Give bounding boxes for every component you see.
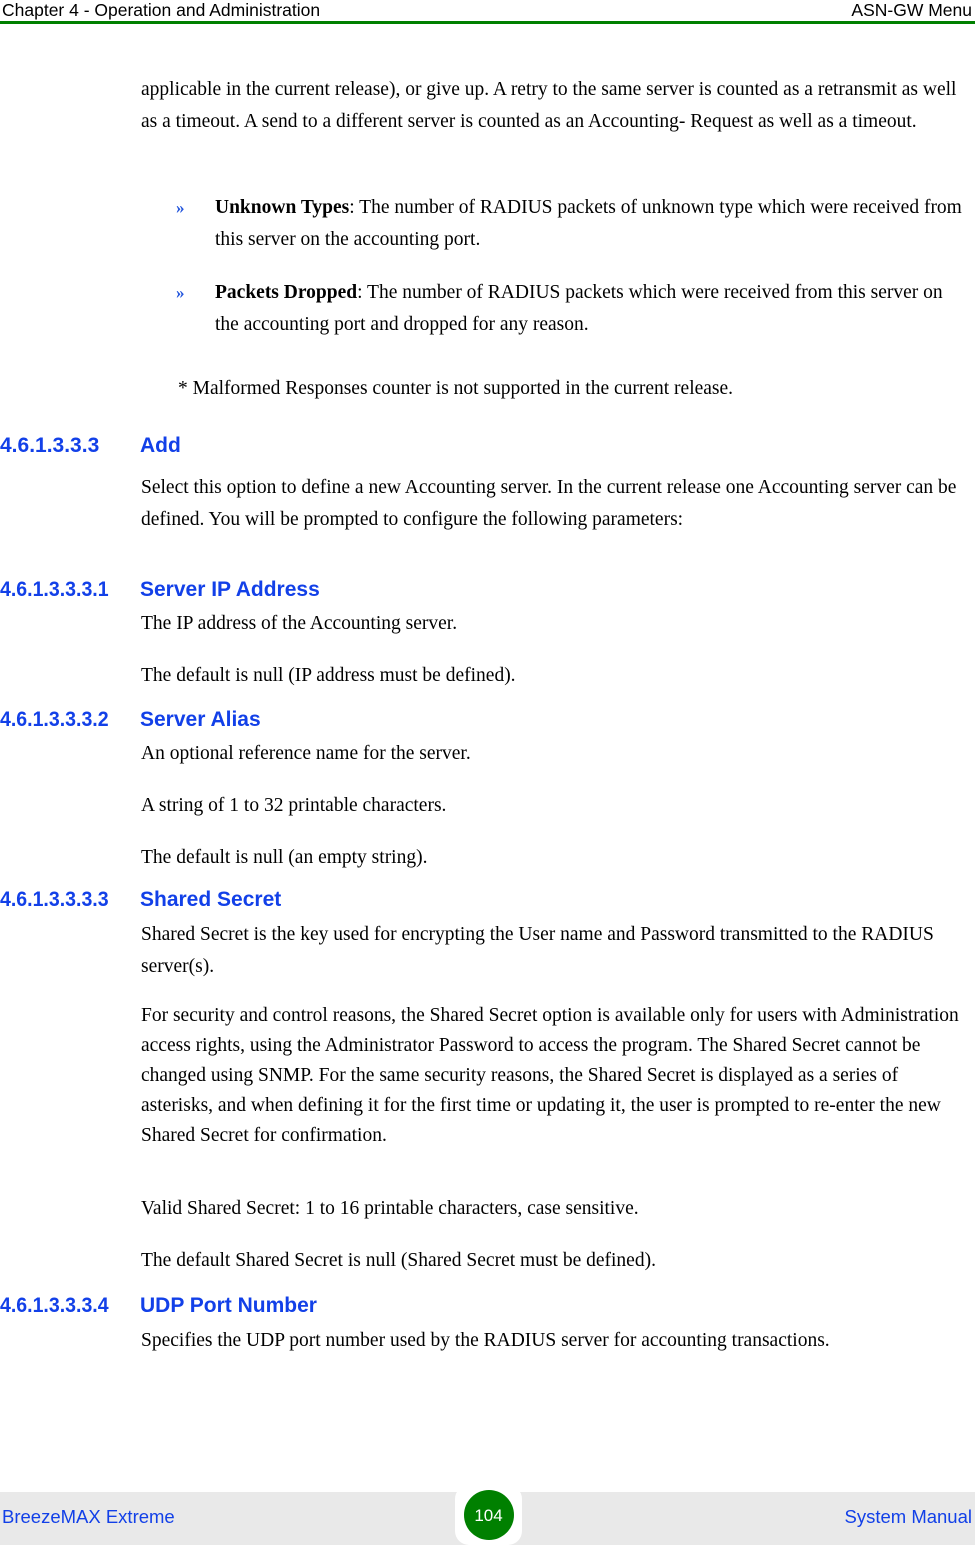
list-item: » Unknown Types: The number of RADIUS pa… bbox=[176, 192, 966, 256]
page-number-disc: 104 bbox=[463, 1490, 514, 1540]
header-divider-rule bbox=[0, 21, 975, 24]
section-add-paragraph-1: Select this option to define a new Accou… bbox=[141, 477, 957, 530]
section-server-alias-paragraph-3: The default is null (an empty string). bbox=[141, 847, 428, 868]
heading-title: Add bbox=[140, 434, 181, 457]
section-udp-port-paragraph-1: Specifies the UDP port number used by th… bbox=[141, 1330, 830, 1351]
header-section-title: ASN-GW Menu bbox=[851, 0, 972, 20]
list-item-term: Unknown Types bbox=[215, 197, 350, 218]
header-chapter-title: Chapter 4 - Operation and Administration bbox=[2, 0, 321, 20]
bullet-marker-icon: » bbox=[176, 283, 185, 302]
heading-title: UDP Port Number bbox=[140, 1294, 317, 1317]
heading-title: Shared Secret bbox=[140, 888, 282, 911]
section-server-alias-paragraph-1: An optional reference name for the serve… bbox=[141, 743, 471, 764]
bullet-marker-icon: » bbox=[176, 198, 185, 217]
page-number-badge: 104 bbox=[455, 1485, 522, 1545]
page-number-label: 104 bbox=[474, 1505, 503, 1525]
section-server-ip-paragraph-2: The default is null (IP address must be … bbox=[141, 665, 516, 686]
intro-paragraph: applicable in the current release), or g… bbox=[141, 79, 957, 132]
heading-number: 4.6.1.3.3.3 bbox=[0, 434, 100, 457]
list-item-text: Packets Dropped: The number of RADIUS pa… bbox=[215, 277, 966, 341]
section-shared-secret-paragraph-2: For security and control reasons, the Sh… bbox=[141, 1005, 959, 1146]
footnote: * Malformed Responses counter is not sup… bbox=[178, 378, 734, 399]
heading-number: 4.6.1.3.3.3.4 bbox=[0, 1294, 109, 1317]
list-item-text: Unknown Types: The number of RADIUS pack… bbox=[215, 192, 966, 256]
list-item: » Packets Dropped: The number of RADIUS … bbox=[176, 277, 966, 341]
heading-title: Server IP Address bbox=[140, 578, 320, 601]
section-shared-secret-paragraph-4: The default Shared Secret is null (Share… bbox=[141, 1250, 656, 1271]
heading-number: 4.6.1.3.3.3.3 bbox=[0, 888, 109, 911]
heading-title: Server Alias bbox=[140, 708, 261, 731]
heading-number: 4.6.1.3.3.3.2 bbox=[0, 708, 109, 731]
list-item-term: Packets Dropped bbox=[215, 282, 358, 303]
section-shared-secret-paragraph-1: Shared Secret is the key used for encryp… bbox=[141, 924, 934, 977]
footer-product-name: BreezeMAX Extreme bbox=[2, 1506, 175, 1527]
footer-document-name: System Manual bbox=[844, 1506, 973, 1527]
section-server-alias-paragraph-2: A string of 1 to 32 printable characters… bbox=[141, 795, 447, 816]
heading-number: 4.6.1.3.3.3.1 bbox=[0, 578, 109, 601]
section-server-ip-paragraph-1: The IP address of the Accounting server. bbox=[141, 613, 458, 634]
section-shared-secret-paragraph-3: Valid Shared Secret: 1 to 16 printable c… bbox=[141, 1198, 639, 1219]
